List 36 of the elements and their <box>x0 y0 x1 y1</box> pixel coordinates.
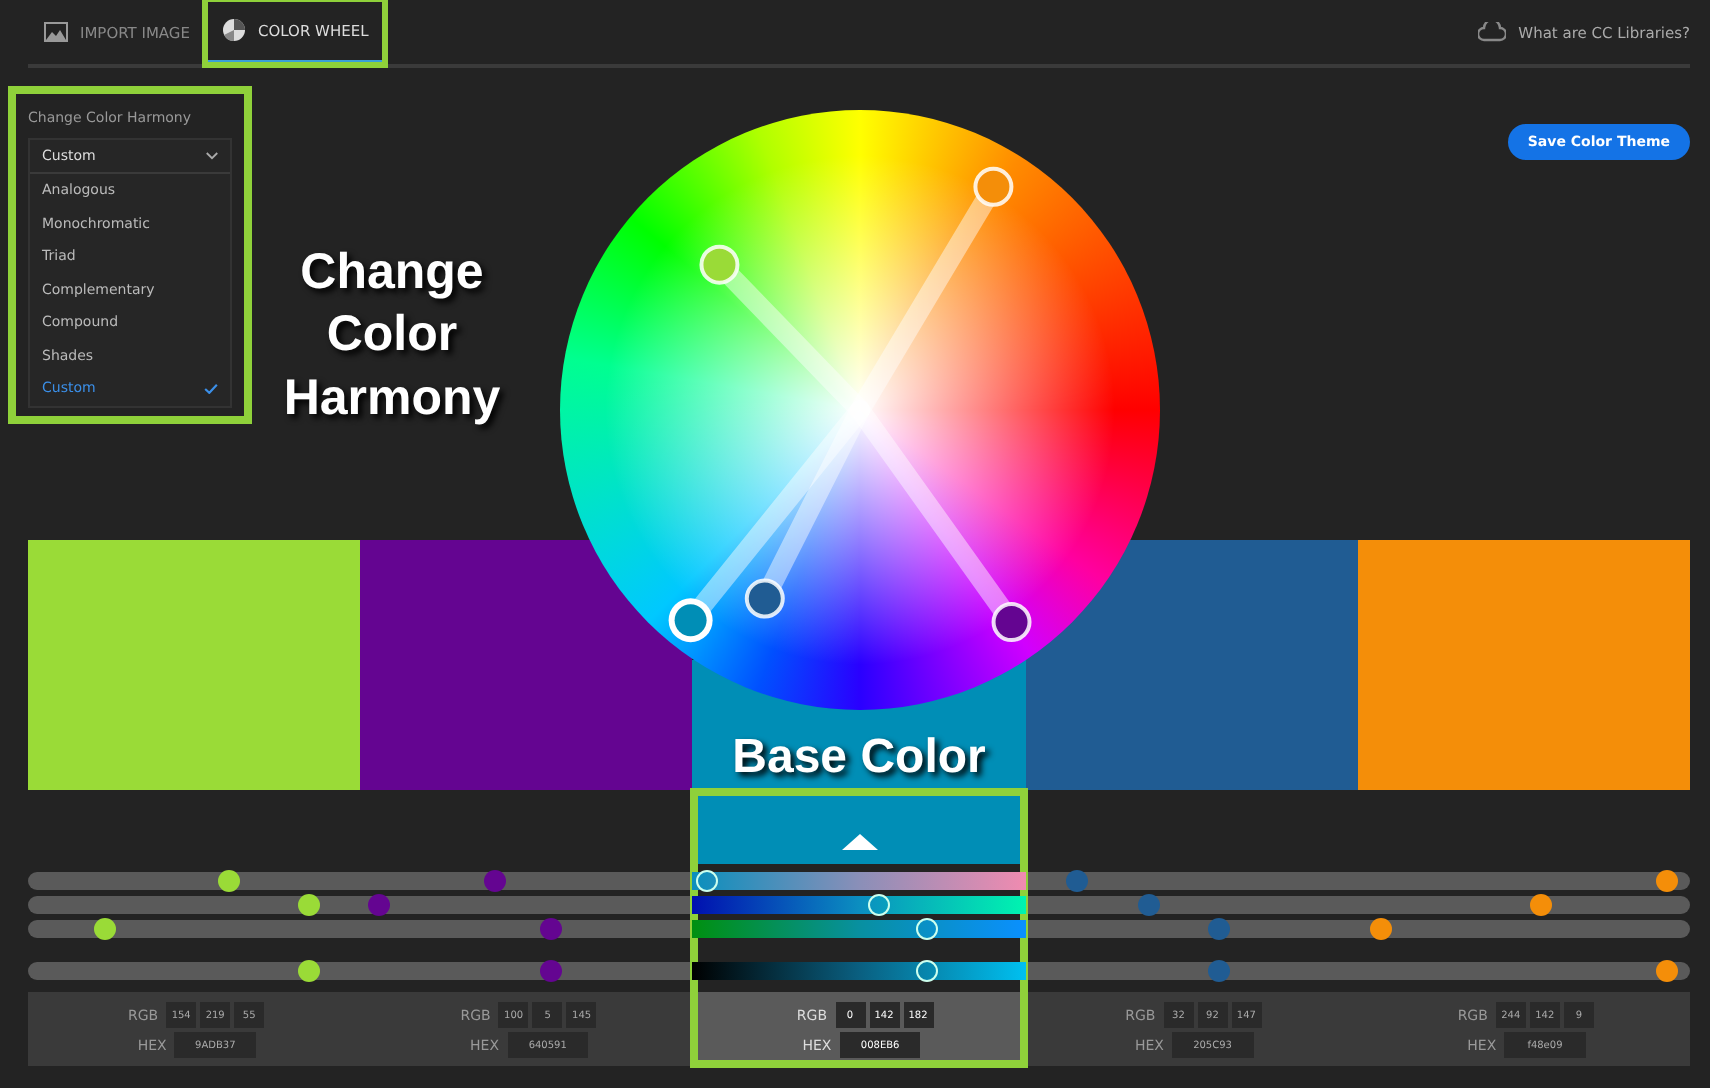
slider-thumb[interactable] <box>1370 918 1393 940</box>
color-marker[interactable] <box>699 244 740 285</box>
color-marker[interactable] <box>744 578 785 619</box>
slider-thumb[interactable] <box>1208 918 1230 940</box>
color-swatch[interactable] <box>1025 540 1358 790</box>
color-swatch[interactable] <box>1357 540 1691 790</box>
slider-thumb[interactable] <box>1656 870 1679 892</box>
annotation-text: Base Color <box>732 730 986 788</box>
check-icon <box>204 383 218 394</box>
slider-thumb[interactable] <box>868 894 891 916</box>
color-marker[interactable] <box>991 602 1032 643</box>
slider-thumb[interactable] <box>297 894 320 916</box>
slider-thumb[interactable] <box>539 960 562 982</box>
color-swatch[interactable] <box>28 540 361 790</box>
slider-thumb[interactable] <box>483 870 506 892</box>
caret-icon <box>206 152 218 160</box>
image-icon <box>44 22 68 42</box>
slider-thumb[interactable] <box>1530 894 1553 916</box>
slider-thumb[interactable] <box>1065 870 1088 892</box>
color-marker[interactable] <box>973 166 1014 207</box>
cc-libraries-icon <box>1478 22 1507 42</box>
color-wheel-icon <box>221 18 246 42</box>
slider-thumb[interactable] <box>915 918 938 940</box>
slider-thumb[interactable] <box>297 960 320 982</box>
annotation-text: Change Color Harmony <box>281 242 503 429</box>
slider-thumb[interactable] <box>94 918 117 940</box>
slider-thumb[interactable] <box>539 918 562 940</box>
slider-thumb[interactable] <box>1138 894 1161 916</box>
slider-thumb[interactable] <box>1208 960 1230 982</box>
slider-thumb[interactable] <box>915 960 938 982</box>
color-marker[interactable] <box>668 598 713 643</box>
slider-thumb[interactable] <box>696 870 719 892</box>
slider-thumb[interactable] <box>217 870 240 892</box>
slider-thumb[interactable] <box>367 894 389 916</box>
color-swatch[interactable] <box>360 540 693 790</box>
slider-thumb[interactable] <box>1656 960 1679 982</box>
